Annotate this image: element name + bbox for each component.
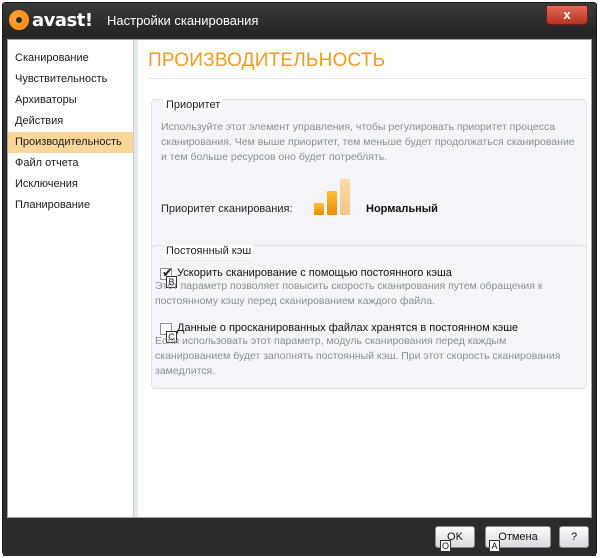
sidebar-item-actions[interactable]: Действия	[8, 111, 133, 132]
accelerate-cache-label[interactable]: Ускорить сканирование с помощью постоянн…	[177, 267, 452, 279]
sidebar: Сканирование Чувствительность Архиваторы…	[8, 40, 134, 517]
sidebar-item-sensitivity[interactable]: Чувствительность	[8, 69, 133, 90]
scan-priority-value: Нормальный	[366, 203, 438, 215]
sidebar-scrollbar[interactable]	[134, 40, 138, 517]
scan-priority-label: Приоритет сканирования:	[161, 203, 293, 215]
title-divider	[148, 78, 588, 79]
sidebar-item-exclusions[interactable]: Исключения	[8, 174, 133, 195]
priority-bar-normal[interactable]	[327, 191, 337, 215]
avast-logo: avast!	[9, 8, 93, 32]
sidebar-item-report-file[interactable]: Файл отчета	[8, 153, 133, 174]
hint-badge-o: O	[440, 540, 451, 552]
sidebar-item-scheduling[interactable]: Планирование	[8, 195, 133, 216]
logo-text: avast!	[32, 9, 93, 31]
sidebar-item-scanning[interactable]: Сканирование	[8, 48, 133, 69]
settings-window: avast! Настройки сканирования x Сканиров…	[2, 2, 597, 556]
priority-bar-low[interactable]	[314, 203, 324, 215]
accelerate-cache-description: Этот параметр позволяет повысить скорост…	[155, 280, 543, 307]
priority-slider[interactable]	[314, 179, 354, 215]
cache-group-label: Постоянный кэш	[164, 245, 254, 257]
content-area: Сканирование Чувствительность Архиваторы…	[7, 39, 592, 518]
help-button[interactable]: ?	[559, 526, 589, 548]
main-panel: ПРОИЗВОДИТЕЛЬНОСТЬ Приоритет Используйте…	[146, 40, 591, 517]
sidebar-item-archivers[interactable]: Архиваторы	[8, 90, 133, 111]
page-title: ПРОИЗВОДИТЕЛЬНОСТЬ	[148, 50, 386, 71]
hint-badge-a: A	[489, 540, 500, 552]
store-cache-description: Если использовать этот параметр, модуль …	[155, 335, 561, 377]
store-cache-label[interactable]: Данные о просканированных файлах хранятс…	[177, 322, 518, 334]
priority-bar-high[interactable]	[340, 179, 350, 215]
window-title: Настройки сканирования	[107, 13, 259, 28]
sidebar-item-performance[interactable]: Производительность	[8, 132, 133, 153]
title-bar: avast! Настройки сканирования x	[3, 3, 596, 37]
priority-description: Используйте этот элемент управления, что…	[161, 121, 575, 163]
footer-bar: OK Отмена ?	[3, 518, 596, 556]
close-button[interactable]: x	[546, 5, 588, 25]
avast-ball-icon	[9, 10, 29, 30]
priority-group-label: Приоритет	[164, 99, 223, 111]
sidebar-nav: Сканирование Чувствительность Архиваторы…	[8, 48, 133, 216]
priority-group: Приоритет Используйте этот элемент управ…	[151, 99, 587, 265]
